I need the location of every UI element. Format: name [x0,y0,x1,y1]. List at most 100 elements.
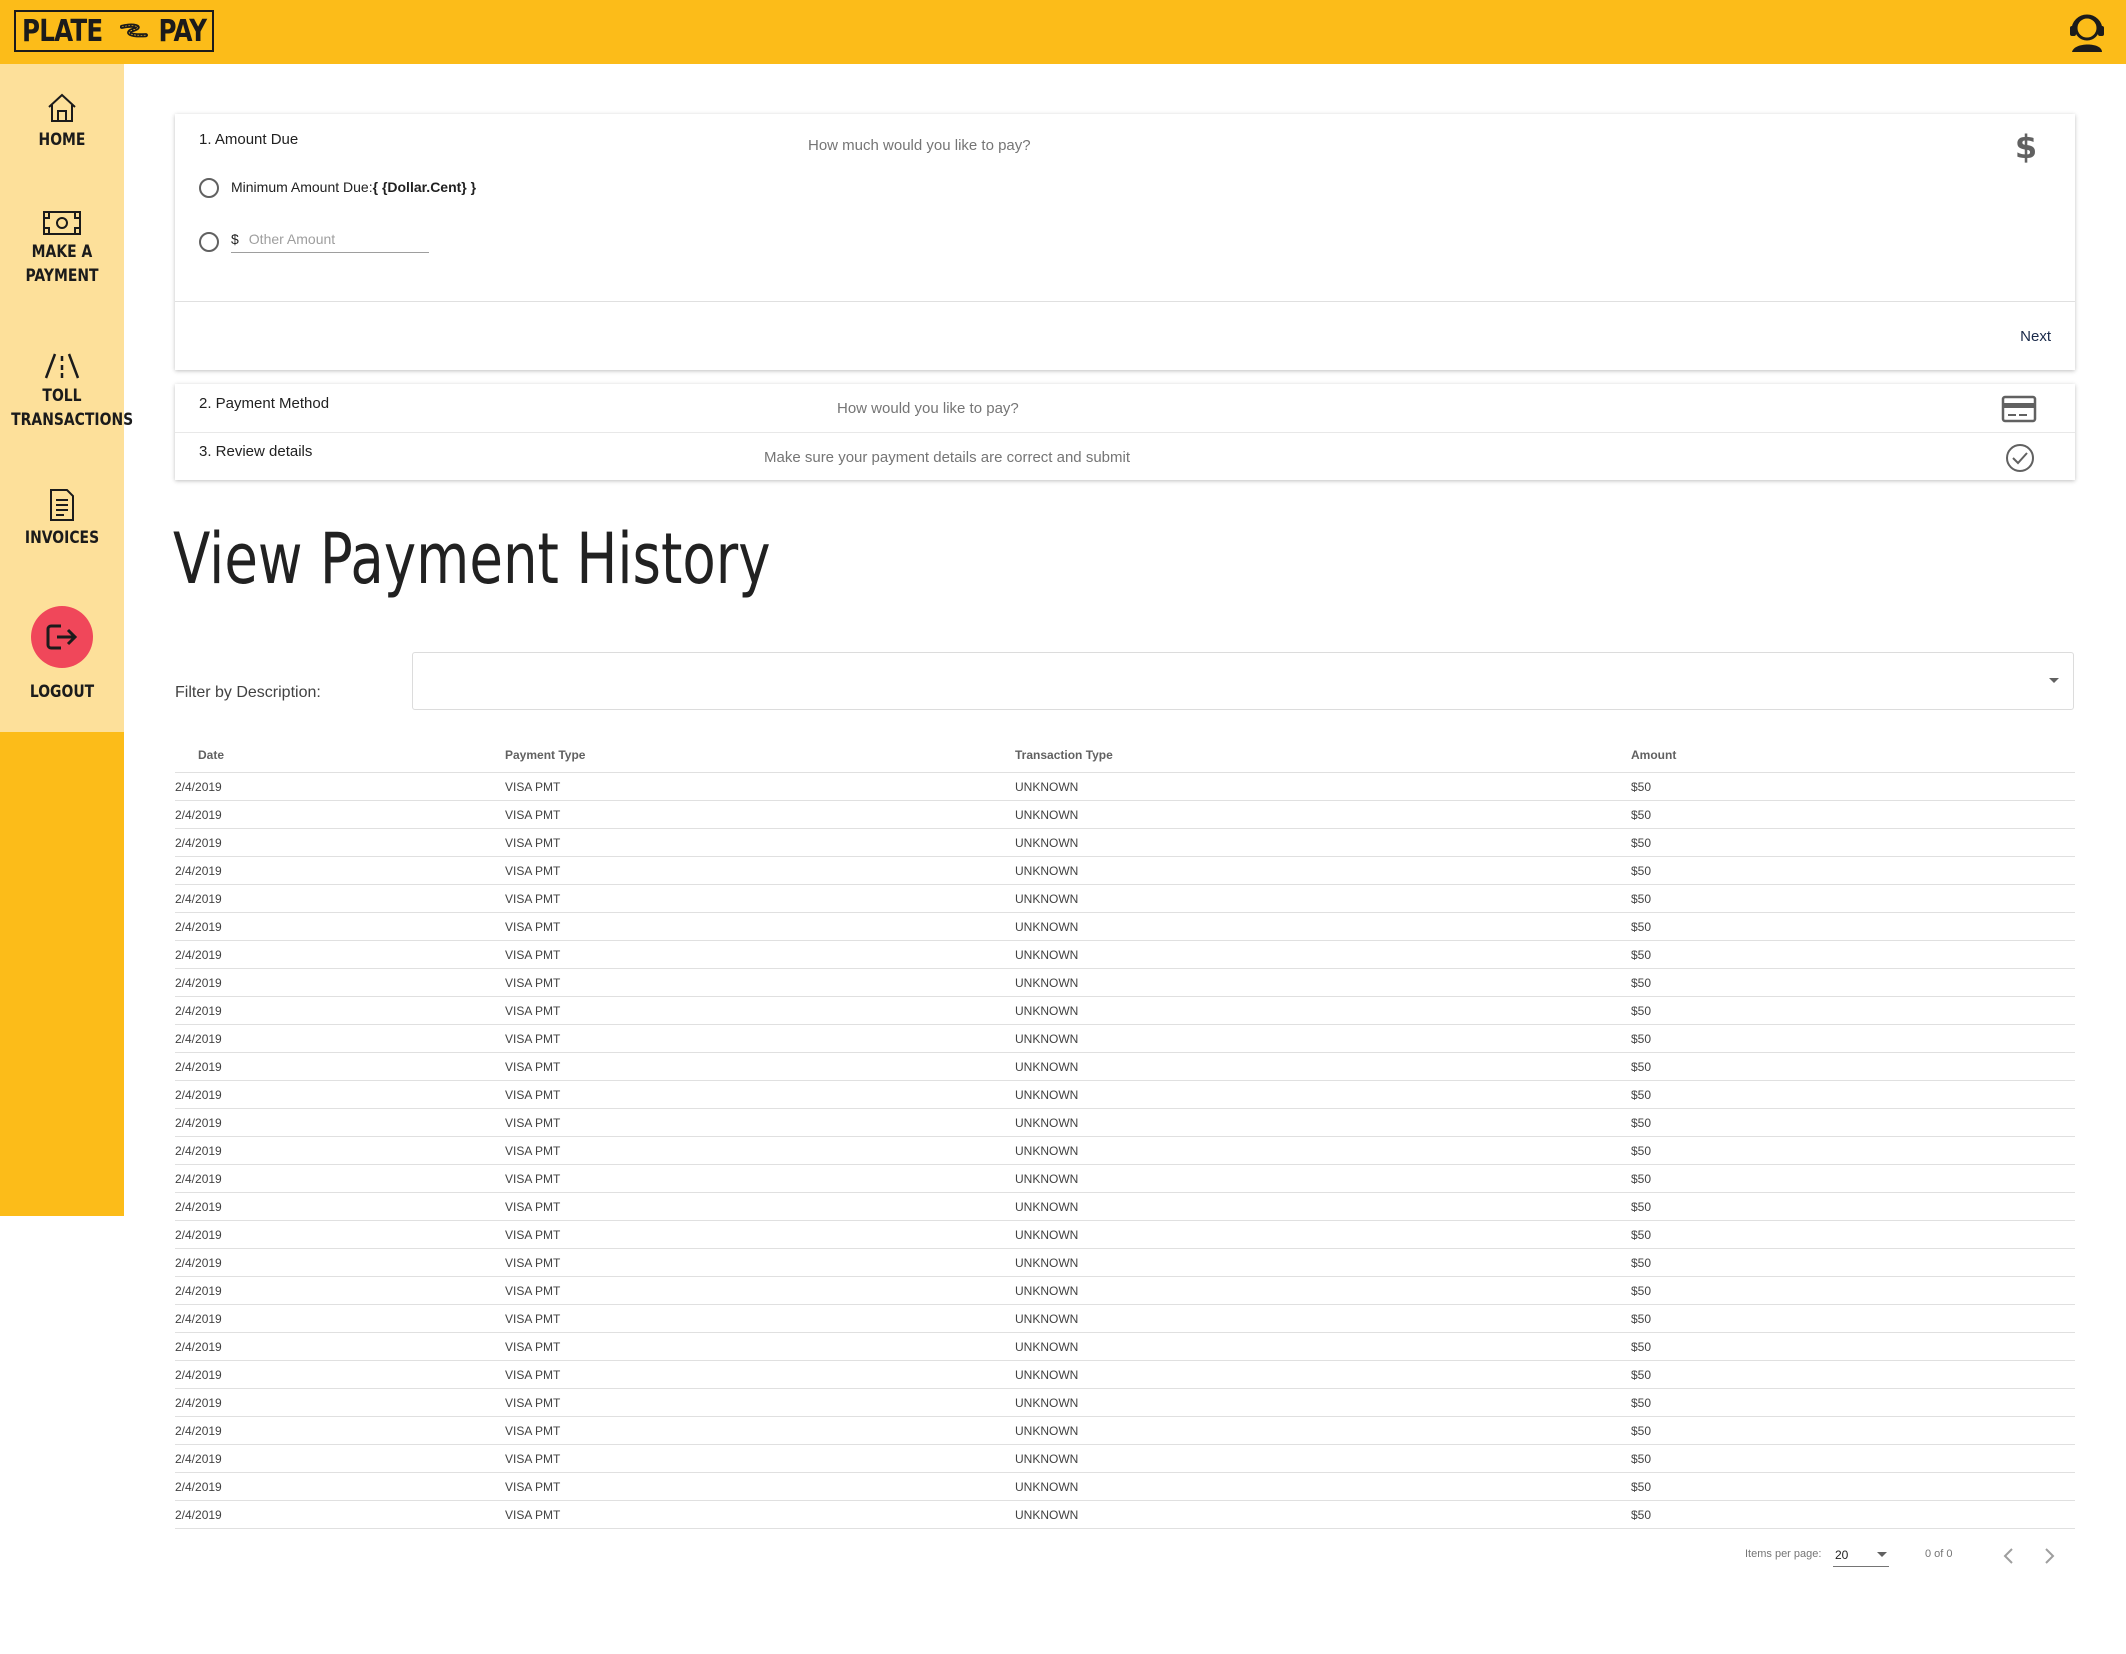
minimum-amount-value: { {Dollar.Cent} } [372,179,477,195]
step-amount-due: 1. Amount Due How much would you like to… [175,114,2075,370]
table-row: 2/4/2019 VISA PMT UNKNOWN $50 [175,1501,2075,1529]
cell-payment-type: VISA PMT [505,1228,561,1242]
table-row: 2/4/2019 VISA PMT UNKNOWN $50 [175,857,2075,885]
cell-date: 2/4/2019 [175,1172,222,1186]
chevron-left-icon[interactable] [1997,1544,2021,1568]
nav-home[interactable]: HOME [0,92,124,152]
cell-amount: $50 [1631,836,1652,850]
cell-date: 2/4/2019 [175,1256,222,1270]
page-title: View Payment History [173,518,771,600]
cell-date: 2/4/2019 [175,1452,222,1466]
table-row: 2/4/2019 VISA PMT UNKNOWN $50 [175,1165,2075,1193]
cell-date: 2/4/2019 [175,1424,222,1438]
cell-payment-type: VISA PMT [505,1396,561,1410]
nav-invoices[interactable]: INVOICES [0,488,124,550]
cell-transaction-type: UNKNOWN [1015,1508,1079,1522]
nav-make-payment[interactable]: MAKE A PAYMENT [0,210,124,288]
items-per-page-value: 20 [1835,1548,1849,1562]
filter-label: Filter by Description: [175,684,321,701]
dropdown-arrow-icon [1877,1552,1887,1557]
cell-payment-type: VISA PMT [505,1480,561,1494]
cell-amount: $50 [1631,1144,1652,1158]
cell-amount: $50 [1631,1284,1652,1298]
cell-amount: $50 [1631,976,1652,990]
cell-date: 2/4/2019 [175,780,222,794]
nav-make-payment-label-2: PAYMENT [25,266,99,286]
cell-transaction-type: UNKNOWN [1015,1480,1079,1494]
cell-amount: $50 [1631,1480,1652,1494]
step-3-description: Make sure your payment details are corre… [764,449,1130,466]
cell-transaction-type: UNKNOWN [1015,1452,1079,1466]
cell-payment-type: VISA PMT [505,948,561,962]
cell-amount: $50 [1631,1368,1652,1382]
items-per-page-label: Items per page: [1745,1548,1822,1560]
cell-transaction-type: UNKNOWN [1015,1228,1079,1242]
cell-date: 2/4/2019 [175,1032,222,1046]
column-header-date[interactable]: Date [198,748,224,762]
cell-date: 2/4/2019 [175,1508,222,1522]
nav-invoices-label: INVOICES [24,528,100,548]
items-per-page-select[interactable]: 20 [1833,1542,1889,1567]
home-icon [48,93,76,122]
column-header-amount[interactable]: Amount [1631,748,1676,762]
chevron-right-icon[interactable] [2037,1544,2061,1568]
table-row: 2/4/2019 VISA PMT UNKNOWN $50 [175,1193,2075,1221]
cell-payment-type: VISA PMT [505,1368,561,1382]
other-amount-field[interactable]: $ [231,226,429,253]
cell-date: 2/4/2019 [175,948,222,962]
payment-history-table: Date Payment Type Transaction Type Amoun… [175,740,2075,1529]
cell-payment-type: VISA PMT [505,1508,561,1522]
cell-transaction-type: UNKNOWN [1015,1368,1079,1382]
filter-description-select[interactable] [412,652,2074,710]
cell-amount: $50 [1631,1256,1652,1270]
minimum-amount-radio[interactable] [199,178,219,198]
cell-transaction-type: UNKNOWN [1015,808,1079,822]
other-amount-input[interactable] [248,231,409,247]
sidebar-menu: HOME MAKE A PAYMENT TOLL TRANSACTIONS IN… [0,64,133,732]
nav-logout[interactable]: LOGOUT [0,606,124,704]
column-header-payment-type[interactable]: Payment Type [505,748,585,762]
cell-date: 2/4/2019 [175,1200,222,1214]
step-review-details[interactable]: 3. Review details Make sure your payment… [175,432,2075,481]
cell-date: 2/4/2019 [175,1396,222,1410]
nav-make-payment-label: MAKE A [31,242,93,262]
cell-transaction-type: UNKNOWN [1015,948,1079,962]
logout-button[interactable] [31,606,93,668]
cell-amount: $50 [1631,864,1652,878]
cell-transaction-type: UNKNOWN [1015,1256,1079,1270]
nav-toll-transactions[interactable]: TOLL TRANSACTIONS [0,352,133,432]
table-row: 2/4/2019 VISA PMT UNKNOWN $50 [175,1473,2075,1501]
table-body: 2/4/2019 VISA PMT UNKNOWN $50 2/4/2019 VISA P… [175,773,2075,1529]
cell-date: 2/4/2019 [175,1284,222,1298]
cell-amount: $50 [1631,920,1652,934]
next-button[interactable]: Next [2020,324,2051,349]
cell-transaction-type: UNKNOWN [1015,864,1079,878]
cell-amount: $50 [1631,1116,1652,1130]
cell-payment-type: VISA PMT [505,1144,561,1158]
column-header-transaction-type[interactable]: Transaction Type [1015,748,1113,762]
customer-support-icon[interactable] [2066,8,2108,54]
other-amount-radio[interactable] [199,232,219,252]
cell-amount: $50 [1631,1200,1652,1214]
table-row: 2/4/2019 VISA PMT UNKNOWN $50 [175,1081,2075,1109]
cell-payment-type: VISA PMT [505,808,561,822]
plate-pay-logo[interactable]: PLATE PAY [14,10,214,52]
road-logo-icon [119,23,148,38]
cell-amount: $50 [1631,1340,1652,1354]
cell-date: 2/4/2019 [175,836,222,850]
step-payment-method[interactable]: 2. Payment Method How would you like to … [175,384,2075,432]
other-amount-prefix: $ [231,231,239,247]
cell-transaction-type: UNKNOWN [1015,976,1079,990]
cell-transaction-type: UNKNOWN [1015,1088,1079,1102]
cell-date: 2/4/2019 [175,808,222,822]
cell-date: 2/4/2019 [175,920,222,934]
cell-payment-type: VISA PMT [505,1060,561,1074]
cell-payment-type: VISA PMT [505,1256,561,1270]
cell-transaction-type: UNKNOWN [1015,1200,1079,1214]
cell-amount: $50 [1631,1508,1652,1522]
cell-amount: $50 [1631,1312,1652,1326]
cell-amount: $50 [1631,1088,1652,1102]
invoice-icon [50,489,74,521]
cell-transaction-type: UNKNOWN [1015,1424,1079,1438]
paginator: Items per page: 20 0 of 0 [175,1538,2075,1574]
